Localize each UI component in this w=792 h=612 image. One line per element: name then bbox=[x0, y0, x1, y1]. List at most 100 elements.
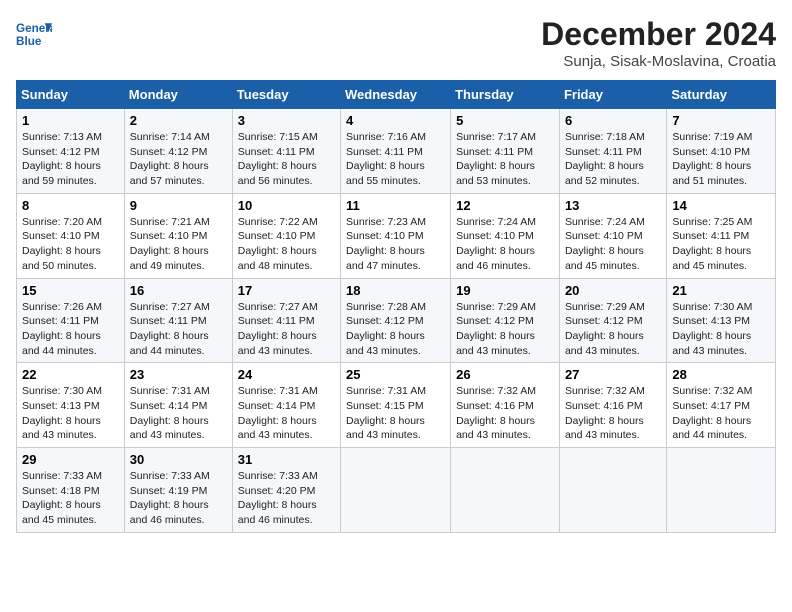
day-number: 22 bbox=[22, 367, 119, 382]
day-info: Sunrise: 7:31 AMSunset: 4:15 PMDaylight:… bbox=[346, 385, 426, 441]
day-number: 25 bbox=[346, 367, 445, 382]
day-number: 2 bbox=[130, 113, 227, 128]
day-info: Sunrise: 7:32 AMSunset: 4:16 PMDaylight:… bbox=[565, 385, 645, 441]
calendar-cell bbox=[341, 448, 451, 533]
day-number: 1 bbox=[22, 113, 119, 128]
day-number: 30 bbox=[130, 452, 227, 467]
calendar-cell: 24 Sunrise: 7:31 AMSunset: 4:14 PMDaylig… bbox=[232, 363, 340, 448]
calendar-cell: 27 Sunrise: 7:32 AMSunset: 4:16 PMDaylig… bbox=[559, 363, 666, 448]
week-row-5: 29 Sunrise: 7:33 AMSunset: 4:18 PMDaylig… bbox=[17, 448, 776, 533]
calendar-cell: 23 Sunrise: 7:31 AMSunset: 4:14 PMDaylig… bbox=[124, 363, 232, 448]
day-number: 24 bbox=[238, 367, 335, 382]
calendar-cell: 8 Sunrise: 7:20 AMSunset: 4:10 PMDayligh… bbox=[17, 193, 125, 278]
week-row-2: 8 Sunrise: 7:20 AMSunset: 4:10 PMDayligh… bbox=[17, 193, 776, 278]
day-info: Sunrise: 7:33 AMSunset: 4:19 PMDaylight:… bbox=[130, 470, 210, 526]
calendar-cell: 29 Sunrise: 7:33 AMSunset: 4:18 PMDaylig… bbox=[17, 448, 125, 533]
day-number: 18 bbox=[346, 283, 445, 298]
calendar-cell bbox=[667, 448, 776, 533]
day-info: Sunrise: 7:20 AMSunset: 4:10 PMDaylight:… bbox=[22, 216, 102, 272]
day-info: Sunrise: 7:29 AMSunset: 4:12 PMDaylight:… bbox=[456, 301, 536, 357]
day-number: 3 bbox=[238, 113, 335, 128]
day-info: Sunrise: 7:28 AMSunset: 4:12 PMDaylight:… bbox=[346, 301, 426, 357]
calendar-cell: 30 Sunrise: 7:33 AMSunset: 4:19 PMDaylig… bbox=[124, 448, 232, 533]
day-number: 29 bbox=[22, 452, 119, 467]
day-number: 19 bbox=[456, 283, 554, 298]
day-info: Sunrise: 7:31 AMSunset: 4:14 PMDaylight:… bbox=[130, 385, 210, 441]
logo: General Blue bbox=[16, 16, 52, 52]
calendar-cell: 12 Sunrise: 7:24 AMSunset: 4:10 PMDaylig… bbox=[451, 193, 560, 278]
col-header-tuesday: Tuesday bbox=[232, 81, 340, 109]
week-row-3: 15 Sunrise: 7:26 AMSunset: 4:11 PMDaylig… bbox=[17, 278, 776, 363]
calendar-cell: 11 Sunrise: 7:23 AMSunset: 4:10 PMDaylig… bbox=[341, 193, 451, 278]
day-number: 12 bbox=[456, 198, 554, 213]
day-number: 13 bbox=[565, 198, 661, 213]
title-block: December 2024 Sunja, Sisak-Moslavina, Cr… bbox=[541, 16, 776, 70]
day-number: 11 bbox=[346, 198, 445, 213]
calendar-cell: 4 Sunrise: 7:16 AMSunset: 4:11 PMDayligh… bbox=[341, 109, 451, 194]
day-number: 8 bbox=[22, 198, 119, 213]
svg-text:Blue: Blue bbox=[16, 35, 42, 48]
day-info: Sunrise: 7:13 AMSunset: 4:12 PMDaylight:… bbox=[22, 131, 102, 187]
day-info: Sunrise: 7:14 AMSunset: 4:12 PMDaylight:… bbox=[130, 131, 210, 187]
calendar-cell: 13 Sunrise: 7:24 AMSunset: 4:10 PMDaylig… bbox=[559, 193, 666, 278]
col-header-friday: Friday bbox=[559, 81, 666, 109]
calendar-cell: 6 Sunrise: 7:18 AMSunset: 4:11 PMDayligh… bbox=[559, 109, 666, 194]
day-number: 5 bbox=[456, 113, 554, 128]
calendar-cell: 21 Sunrise: 7:30 AMSunset: 4:13 PMDaylig… bbox=[667, 278, 776, 363]
day-info: Sunrise: 7:32 AMSunset: 4:17 PMDaylight:… bbox=[672, 385, 752, 441]
day-info: Sunrise: 7:15 AMSunset: 4:11 PMDaylight:… bbox=[238, 131, 318, 187]
calendar-cell: 2 Sunrise: 7:14 AMSunset: 4:12 PMDayligh… bbox=[124, 109, 232, 194]
col-header-thursday: Thursday bbox=[451, 81, 560, 109]
day-info: Sunrise: 7:24 AMSunset: 4:10 PMDaylight:… bbox=[456, 216, 536, 272]
calendar-cell: 15 Sunrise: 7:26 AMSunset: 4:11 PMDaylig… bbox=[17, 278, 125, 363]
calendar-cell: 19 Sunrise: 7:29 AMSunset: 4:12 PMDaylig… bbox=[451, 278, 560, 363]
day-number: 31 bbox=[238, 452, 335, 467]
day-info: Sunrise: 7:27 AMSunset: 4:11 PMDaylight:… bbox=[130, 301, 210, 357]
day-info: Sunrise: 7:19 AMSunset: 4:10 PMDaylight:… bbox=[672, 131, 752, 187]
day-number: 23 bbox=[130, 367, 227, 382]
col-header-monday: Monday bbox=[124, 81, 232, 109]
day-info: Sunrise: 7:22 AMSunset: 4:10 PMDaylight:… bbox=[238, 216, 318, 272]
calendar-cell: 16 Sunrise: 7:27 AMSunset: 4:11 PMDaylig… bbox=[124, 278, 232, 363]
day-number: 15 bbox=[22, 283, 119, 298]
day-info: Sunrise: 7:30 AMSunset: 4:13 PMDaylight:… bbox=[22, 385, 102, 441]
calendar-cell: 10 Sunrise: 7:22 AMSunset: 4:10 PMDaylig… bbox=[232, 193, 340, 278]
day-info: Sunrise: 7:24 AMSunset: 4:10 PMDaylight:… bbox=[565, 216, 645, 272]
col-header-saturday: Saturday bbox=[667, 81, 776, 109]
calendar-table: SundayMondayTuesdayWednesdayThursdayFrid… bbox=[16, 80, 776, 533]
day-number: 9 bbox=[130, 198, 227, 213]
calendar-cell: 3 Sunrise: 7:15 AMSunset: 4:11 PMDayligh… bbox=[232, 109, 340, 194]
col-header-sunday: Sunday bbox=[17, 81, 125, 109]
col-header-wednesday: Wednesday bbox=[341, 81, 451, 109]
calendar-cell: 28 Sunrise: 7:32 AMSunset: 4:17 PMDaylig… bbox=[667, 363, 776, 448]
day-info: Sunrise: 7:18 AMSunset: 4:11 PMDaylight:… bbox=[565, 131, 645, 187]
day-number: 4 bbox=[346, 113, 445, 128]
day-number: 21 bbox=[672, 283, 770, 298]
day-info: Sunrise: 7:33 AMSunset: 4:20 PMDaylight:… bbox=[238, 470, 318, 526]
page-subtitle: Sunja, Sisak-Moslavina, Croatia bbox=[541, 53, 776, 70]
day-info: Sunrise: 7:21 AMSunset: 4:10 PMDaylight:… bbox=[130, 216, 210, 272]
week-row-1: 1 Sunrise: 7:13 AMSunset: 4:12 PMDayligh… bbox=[17, 109, 776, 194]
day-info: Sunrise: 7:27 AMSunset: 4:11 PMDaylight:… bbox=[238, 301, 318, 357]
logo-icon: General Blue bbox=[16, 16, 52, 52]
day-info: Sunrise: 7:25 AMSunset: 4:11 PMDaylight:… bbox=[672, 216, 752, 272]
calendar-cell: 7 Sunrise: 7:19 AMSunset: 4:10 PMDayligh… bbox=[667, 109, 776, 194]
day-number: 17 bbox=[238, 283, 335, 298]
page-title: December 2024 bbox=[541, 16, 776, 53]
day-info: Sunrise: 7:32 AMSunset: 4:16 PMDaylight:… bbox=[456, 385, 536, 441]
calendar-cell: 26 Sunrise: 7:32 AMSunset: 4:16 PMDaylig… bbox=[451, 363, 560, 448]
day-info: Sunrise: 7:31 AMSunset: 4:14 PMDaylight:… bbox=[238, 385, 318, 441]
calendar-cell: 9 Sunrise: 7:21 AMSunset: 4:10 PMDayligh… bbox=[124, 193, 232, 278]
calendar-cell: 20 Sunrise: 7:29 AMSunset: 4:12 PMDaylig… bbox=[559, 278, 666, 363]
calendar-cell: 17 Sunrise: 7:27 AMSunset: 4:11 PMDaylig… bbox=[232, 278, 340, 363]
day-info: Sunrise: 7:16 AMSunset: 4:11 PMDaylight:… bbox=[346, 131, 426, 187]
day-info: Sunrise: 7:30 AMSunset: 4:13 PMDaylight:… bbox=[672, 301, 752, 357]
calendar-cell: 22 Sunrise: 7:30 AMSunset: 4:13 PMDaylig… bbox=[17, 363, 125, 448]
day-info: Sunrise: 7:29 AMSunset: 4:12 PMDaylight:… bbox=[565, 301, 645, 357]
day-number: 28 bbox=[672, 367, 770, 382]
day-number: 14 bbox=[672, 198, 770, 213]
day-number: 20 bbox=[565, 283, 661, 298]
calendar-cell bbox=[559, 448, 666, 533]
day-number: 7 bbox=[672, 113, 770, 128]
calendar-cell: 5 Sunrise: 7:17 AMSunset: 4:11 PMDayligh… bbox=[451, 109, 560, 194]
